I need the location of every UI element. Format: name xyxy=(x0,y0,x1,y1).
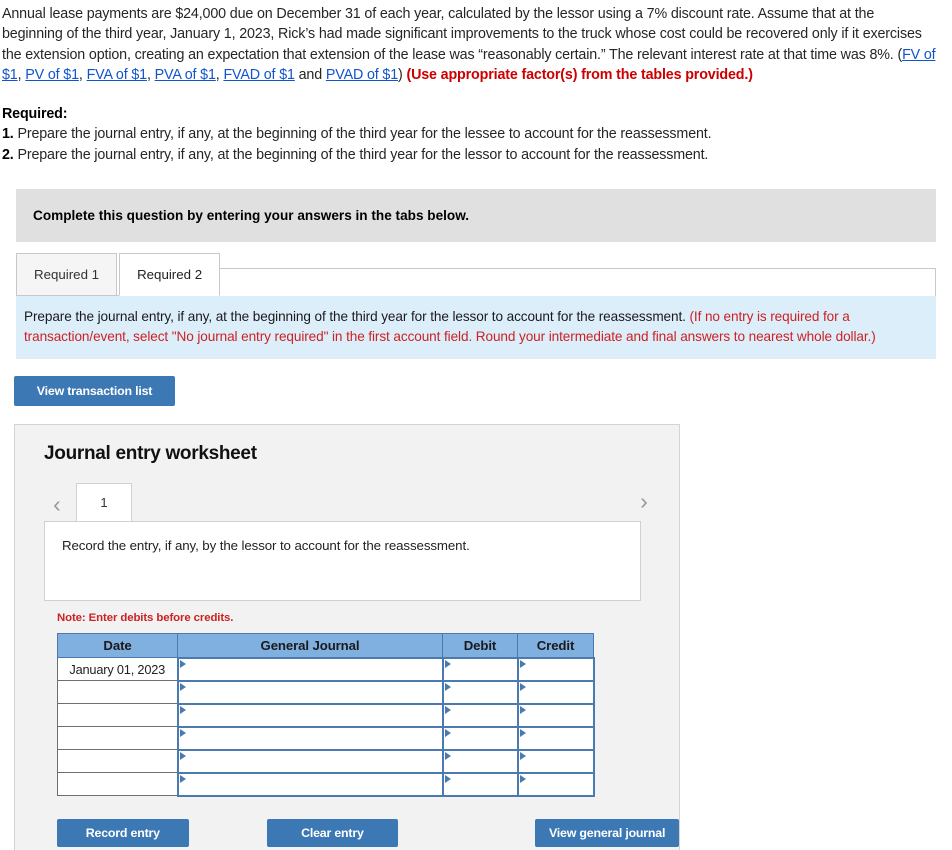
chevron-left-icon[interactable]: ‹ xyxy=(44,487,70,521)
worksheet-title: Journal entry worksheet xyxy=(44,443,257,465)
cell-debit-6[interactable] xyxy=(441,771,519,797)
cell-general-journal-6[interactable] xyxy=(176,771,444,797)
clear-entry-button[interactable]: Clear entry xyxy=(266,818,399,847)
requirement-tabs: Required 1 Required 2 xyxy=(16,253,936,297)
cell-credit-4[interactable] xyxy=(516,725,595,751)
table-row xyxy=(57,771,595,797)
cell-marker-icon xyxy=(444,728,451,737)
question-intro-paragraph: Annual lease payments are $24,000 due on… xyxy=(0,0,952,85)
required-item-2-number: 2. xyxy=(2,146,14,163)
cell-marker-icon xyxy=(519,682,526,691)
link-fva-of-1[interactable]: FVA of $1 xyxy=(87,67,148,83)
cell-marker-icon xyxy=(519,751,526,760)
cell-marker-icon xyxy=(444,705,451,714)
cell-marker-icon xyxy=(444,774,451,783)
required-item-1: 1. Prepare the journal entry, if any, at… xyxy=(2,124,936,144)
tab-strip-filler xyxy=(220,268,936,297)
complete-question-banner: Complete this question by entering your … xyxy=(16,189,936,243)
cell-date-5[interactable] xyxy=(57,749,178,774)
view-transaction-list-button[interactable]: View transaction list xyxy=(14,376,175,407)
cell-marker-icon xyxy=(519,774,526,783)
column-header-general-journal: General Journal xyxy=(177,633,443,659)
cell-marker-icon xyxy=(179,705,186,714)
required-section: Required: 1. Prepare the journal entry, … xyxy=(0,104,952,165)
intro-text: Annual lease payments are $24,000 due on… xyxy=(2,6,922,63)
cell-marker-icon xyxy=(444,682,451,691)
tab-required-1[interactable]: Required 1 xyxy=(16,253,118,297)
table-row xyxy=(57,679,595,705)
worksheet-page-tab-1[interactable]: 1 xyxy=(76,483,132,522)
column-header-credit: Credit xyxy=(517,633,594,659)
required-heading: Required: xyxy=(2,106,68,123)
cell-marker-icon xyxy=(179,659,186,668)
cell-general-journal-1[interactable] xyxy=(176,656,444,682)
cell-credit-5[interactable] xyxy=(516,748,595,774)
view-general-journal-button[interactable]: View general journal xyxy=(535,818,679,847)
tab-required-2[interactable]: Required 2 xyxy=(119,253,221,297)
worksheet-page-nav: ‹ 1 › xyxy=(15,481,679,522)
cell-general-journal-5[interactable] xyxy=(176,748,444,774)
complete-question-banner-text: Complete this question by entering your … xyxy=(33,208,470,224)
intro-separator-2: , xyxy=(78,66,87,83)
required-item-1-number: 1. xyxy=(2,126,14,143)
cell-marker-icon xyxy=(179,774,186,783)
table-row xyxy=(57,702,595,728)
cell-date-2[interactable] xyxy=(57,680,178,705)
cell-date-1[interactable]: January 01, 2023 xyxy=(57,657,178,682)
requirement-instruction-banner: Prepare the journal entry, if any, at th… xyxy=(16,296,936,360)
required-item-2-text: Prepare the journal entry, if any, at th… xyxy=(13,146,709,163)
cell-general-journal-2[interactable] xyxy=(176,679,444,705)
cell-marker-icon xyxy=(444,659,451,668)
journal-entry-worksheet-panel: Journal entry worksheet ‹ 1 › Record the… xyxy=(14,424,680,850)
link-pv-of-1[interactable]: PV of $1 xyxy=(25,67,79,83)
cell-marker-icon xyxy=(179,728,186,737)
required-item-1-text: Prepare the journal entry, if any, at th… xyxy=(13,126,712,143)
cell-marker-icon xyxy=(519,659,526,668)
chevron-right-icon[interactable]: › xyxy=(631,484,657,518)
cell-date-4[interactable] xyxy=(57,726,178,751)
cell-debit-2[interactable] xyxy=(441,679,519,705)
worksheet-action-buttons: Record entry Clear entry View general jo… xyxy=(57,818,679,847)
cell-credit-6[interactable] xyxy=(516,771,595,797)
column-header-debit: Debit xyxy=(442,633,518,659)
cell-debit-3[interactable] xyxy=(441,702,519,728)
cell-debit-1[interactable] xyxy=(441,656,519,682)
link-fvad-of-1[interactable]: FVAD of $1 xyxy=(223,67,294,83)
column-header-date: Date xyxy=(57,633,178,659)
cell-general-journal-3[interactable] xyxy=(176,702,444,728)
cell-marker-icon xyxy=(179,682,186,691)
link-pvad-of-1[interactable]: PVAD of $1 xyxy=(326,67,398,83)
table-row: January 01, 2023 xyxy=(57,656,595,682)
intro-separator-3: , xyxy=(146,66,155,83)
journal-entry-table: Date General Journal Debit Credit Januar… xyxy=(57,633,595,797)
cell-credit-2[interactable] xyxy=(516,679,595,705)
worksheet-description-text: Record the entry, if any, by the lessor … xyxy=(62,538,470,554)
cell-date-3[interactable] xyxy=(57,703,178,728)
cell-credit-3[interactable] xyxy=(516,702,595,728)
worksheet-note: Note: Enter debits before credits. xyxy=(57,612,234,625)
worksheet-description-box: Record the entry, if any, by the lessor … xyxy=(44,521,641,602)
cell-general-journal-4[interactable] xyxy=(176,725,444,751)
tab-required-2-label: Required 2 xyxy=(137,267,203,283)
cell-marker-icon xyxy=(444,751,451,760)
requirement-instruction-main: Prepare the journal entry, if any, at th… xyxy=(24,309,690,325)
cell-date-6[interactable] xyxy=(57,772,178,797)
cell-marker-icon xyxy=(519,705,526,714)
intro-and-word: and xyxy=(294,66,326,83)
required-item-2: 2. Prepare the journal entry, if any, at… xyxy=(2,145,936,165)
link-pva-of-1[interactable]: PVA of $1 xyxy=(155,67,216,83)
table-row xyxy=(57,725,595,751)
cell-marker-icon xyxy=(519,728,526,737)
tab-required-1-label: Required 1 xyxy=(34,267,100,283)
cell-debit-4[interactable] xyxy=(441,725,519,751)
intro-emphasis-note: (Use appropriate factor(s) from the tabl… xyxy=(406,66,753,83)
journal-table-header-row: Date General Journal Debit Credit xyxy=(57,633,594,659)
cell-marker-icon xyxy=(179,751,186,760)
table-row xyxy=(57,748,595,774)
cell-debit-5[interactable] xyxy=(441,748,519,774)
cell-credit-1[interactable] xyxy=(516,656,595,682)
record-entry-button[interactable]: Record entry xyxy=(57,818,189,847)
